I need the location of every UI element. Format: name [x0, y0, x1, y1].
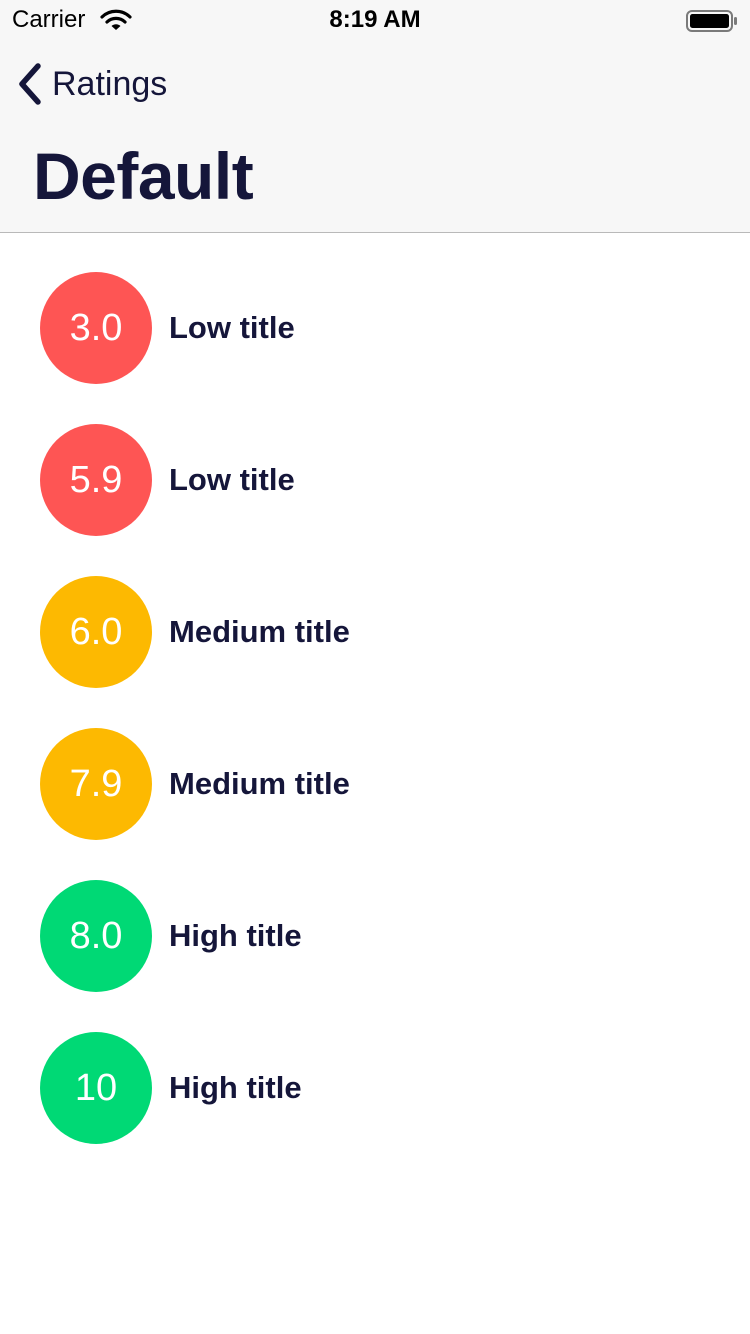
list-item[interactable]: 5.9 Low title [0, 424, 750, 536]
rating-badge: 8.0 [40, 880, 152, 992]
item-title: Low title [169, 310, 295, 345]
navigation-header: Carrier 8:19 AM Ratings Default [0, 0, 750, 233]
item-title: Medium title [169, 614, 350, 649]
list-item[interactable]: 8.0 High title [0, 880, 750, 992]
rating-badge: 6.0 [40, 576, 152, 688]
rating-badge: 10 [40, 1032, 152, 1144]
item-title: Low title [169, 462, 295, 497]
status-bar: Carrier 8:19 AM [0, 0, 750, 40]
back-button[interactable]: Ratings [14, 60, 167, 108]
list-item[interactable]: 6.0 Medium title [0, 576, 750, 688]
rating-badge: 5.9 [40, 424, 152, 536]
chevron-left-icon [19, 63, 41, 105]
item-title: High title [169, 918, 302, 953]
list-item[interactable]: 10 High title [0, 1032, 750, 1144]
rating-badge: 3.0 [40, 272, 152, 384]
status-time: 8:19 AM [329, 6, 421, 33]
rating-badge: 7.9 [40, 728, 152, 840]
list-item[interactable]: 3.0 Low title [0, 272, 750, 384]
list-item[interactable]: 7.9 Medium title [0, 728, 750, 840]
item-title: Medium title [169, 766, 350, 801]
item-title: High title [169, 1070, 302, 1105]
ratings-list: 3.0 Low title 5.9 Low title 6.0 Medium t… [0, 272, 750, 1184]
back-button-label: Ratings [52, 64, 168, 103]
page-title: Default [33, 139, 254, 213]
battery-icon [686, 10, 737, 32]
